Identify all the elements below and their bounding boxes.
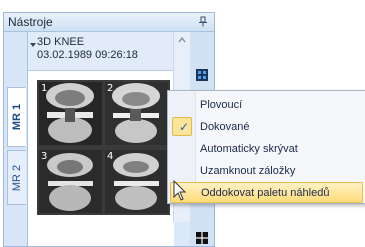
knee-mri-image (39, 82, 102, 145)
checkmark-icon: ✓ (179, 120, 190, 134)
tab-mr-1[interactable]: MR 1 (7, 87, 26, 147)
menu-item-auto-hide[interactable]: Automaticky skrývat (170, 139, 363, 160)
check-indicator: ✓ (172, 117, 192, 136)
tab-label: MR 2 (11, 164, 23, 191)
menu-item-lock-tabs[interactable]: Uzamknout záložky (170, 161, 363, 182)
thumbnail-number: 1 (41, 83, 48, 94)
panel-title: Nástroje (8, 15, 53, 29)
layout-quad-icon[interactable] (195, 231, 209, 245)
thumbnail[interactable]: 4 (105, 150, 168, 213)
thumbnail[interactable]: 3 (39, 150, 102, 213)
panel-header[interactable]: Nástroje (4, 13, 214, 32)
menu-item-label: Plovoucí (200, 99, 243, 111)
collapse-arrow-icon[interactable] (30, 43, 36, 47)
knee-mri-image (105, 150, 168, 213)
series-tabs: MR 1 MR 2 (4, 32, 26, 246)
thumbnail-grid: 1 2 3 4 (37, 80, 170, 215)
knee-mri-image (105, 82, 168, 145)
pin-icon[interactable] (198, 16, 208, 27)
thumbnail[interactable]: 2 (105, 82, 168, 145)
menu-item-label: Oddokovat paletu náhledů (201, 187, 330, 199)
menu-item-label: Dokované (200, 121, 250, 133)
thumbnail-number: 2 (107, 83, 114, 94)
series-name: 3D KNEE (37, 36, 85, 48)
thumbnail[interactable]: 1 (39, 82, 102, 145)
series-datetime: 03.02.1989 09:26:18 (37, 49, 138, 61)
knee-mri-image (39, 150, 102, 213)
tab-label: MR 1 (10, 103, 23, 131)
scroll-up-icon[interactable] (178, 36, 186, 44)
menu-item-label: Uzamknout záložky (200, 165, 296, 177)
layout-grid-icon[interactable] (195, 68, 209, 82)
menu-item-docked[interactable]: ✓ Dokované (170, 117, 363, 138)
tab-mr-2[interactable]: MR 2 (7, 150, 26, 205)
menu-item-label: Automaticky skrývat (200, 143, 298, 155)
menu-item-undock-preview-palette[interactable]: Oddokovat paletu náhledů (170, 182, 363, 203)
mouse-cursor-icon (173, 180, 187, 201)
thumbnail-number: 4 (107, 151, 114, 162)
thumbnail-number: 3 (41, 151, 48, 162)
dock-context-menu: Plovoucí ✓ Dokované Automaticky skrývat … (167, 90, 365, 204)
series-content: 3D KNEE 03.02.1989 09:26:18 1 2 3 4 (27, 32, 174, 246)
menu-item-floating[interactable]: Plovoucí (170, 95, 363, 116)
series-header[interactable]: 3D KNEE 03.02.1989 09:26:18 (28, 32, 174, 71)
